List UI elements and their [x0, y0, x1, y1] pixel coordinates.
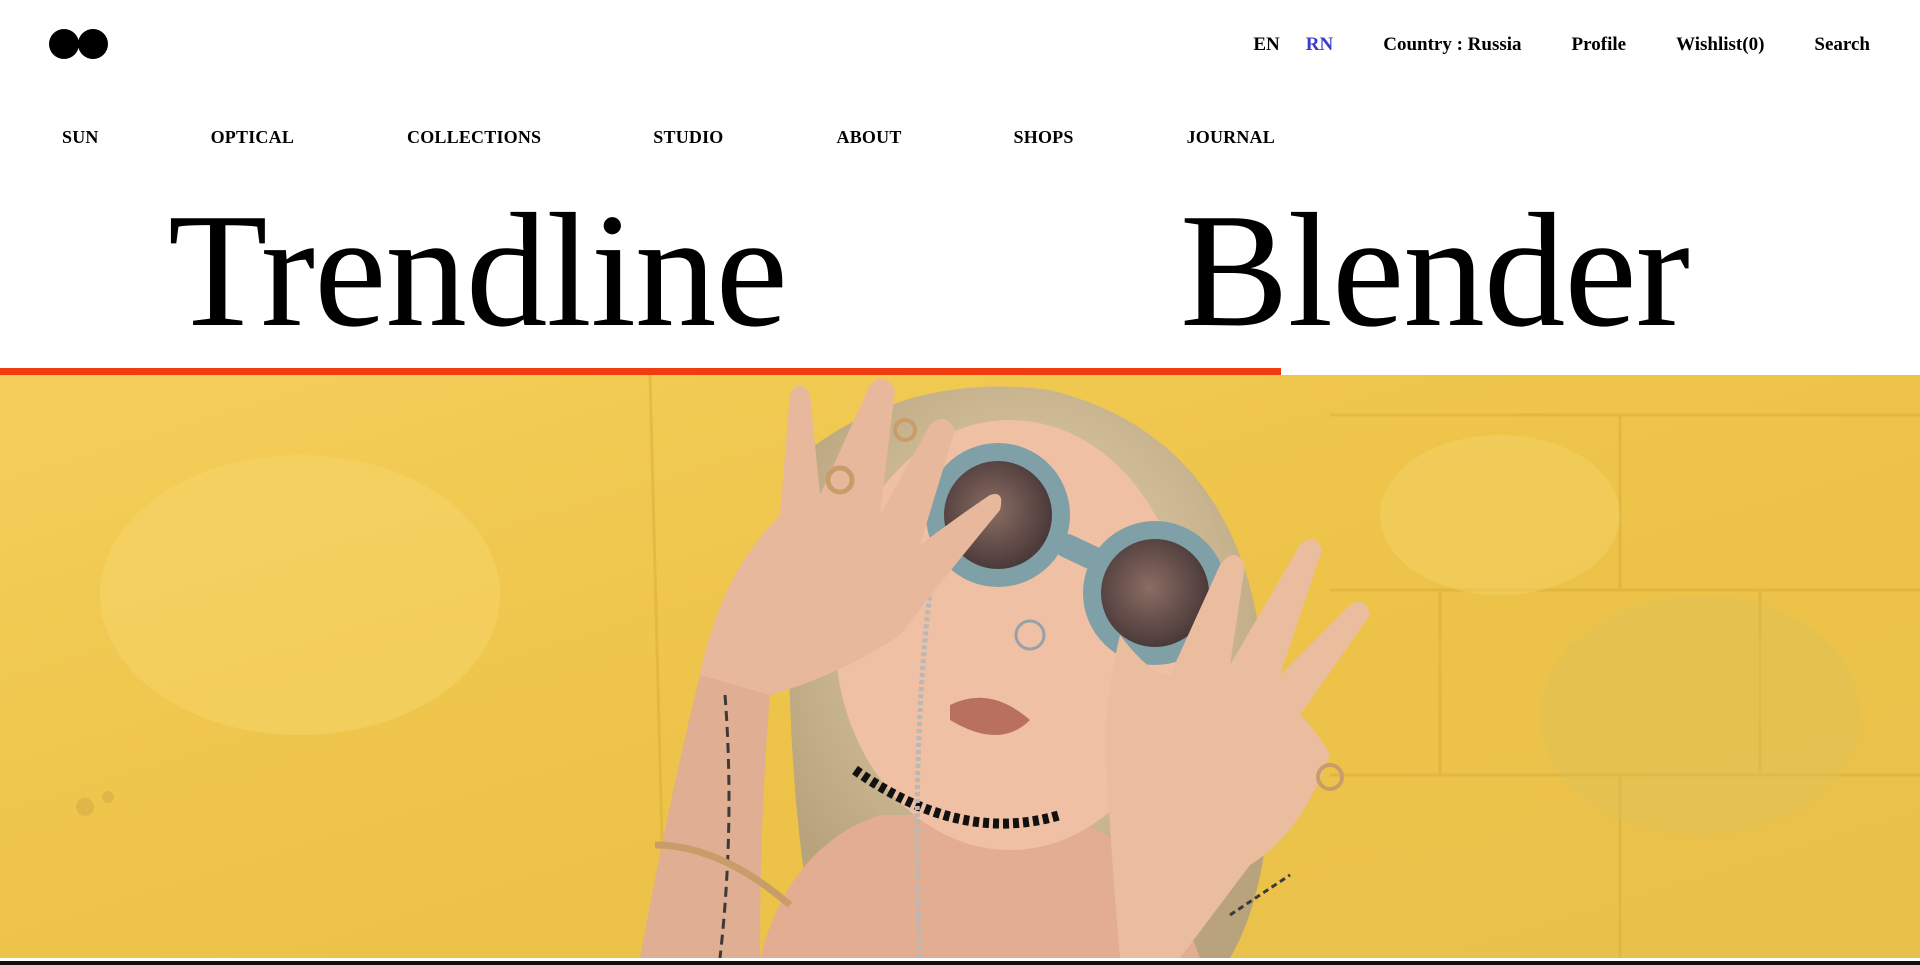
slider-progress-fill — [0, 368, 1281, 375]
logo-left-lens — [49, 29, 79, 59]
country-selector[interactable]: Country : Russia — [1383, 34, 1521, 56]
nav-item-shops[interactable]: SHOPS — [1014, 127, 1074, 147]
nav-item-sun[interactable]: SUN — [62, 127, 99, 147]
language-rn-link[interactable]: RN — [1306, 34, 1333, 56]
utility-bar: EN RN Country : Russia Profile Wishlist(… — [1253, 34, 1870, 56]
slider-progress-bar — [0, 368, 1920, 375]
hero-title-word-2: Blender — [1180, 181, 1690, 361]
wishlist-link[interactable]: Wishlist(0) — [1676, 34, 1764, 56]
hero-title-word-1: Trendline — [168, 181, 788, 361]
search-link[interactable]: Search — [1814, 34, 1870, 56]
nav-item-optical[interactable]: OPTICAL — [211, 127, 294, 147]
nav-item-collections[interactable]: COLLECTIONS — [407, 127, 541, 147]
logo-glasses-icon[interactable] — [49, 29, 108, 59]
nav-item-about[interactable]: ABOUT — [837, 127, 902, 147]
nav-item-journal[interactable]: JOURNAL — [1187, 127, 1275, 147]
nav-item-studio[interactable]: STUDIO — [653, 127, 723, 147]
logo-right-lens — [78, 29, 108, 59]
profile-link[interactable]: Profile — [1572, 34, 1627, 56]
hero-image[interactable] — [0, 375, 1920, 958]
language-en-link[interactable]: EN — [1253, 34, 1279, 56]
hero-photo-illustration — [0, 375, 1920, 958]
bottom-divider — [0, 961, 1920, 965]
main-navigation: SUN OPTICAL COLLECTIONS STUDIO ABOUT SHO… — [62, 127, 1275, 147]
